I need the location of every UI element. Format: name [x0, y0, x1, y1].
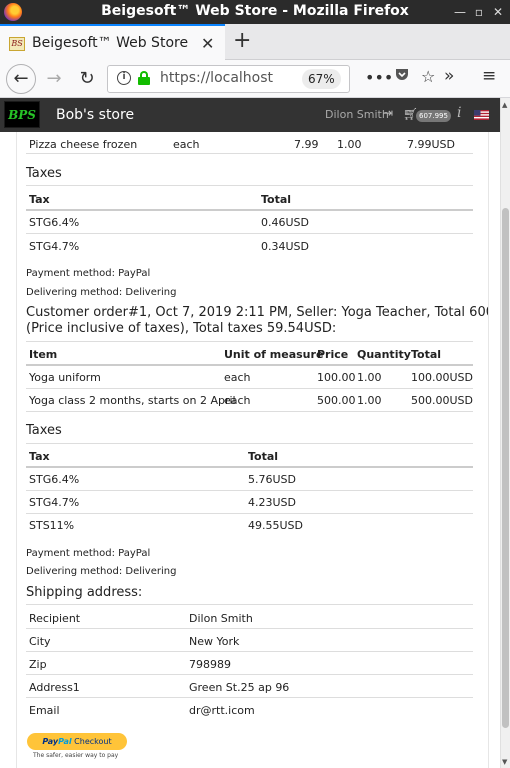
shipping-value: dr@rtt.icom [189, 704, 255, 717]
minimize-icon[interactable]: — [452, 4, 468, 20]
info-icon[interactable]: i [457, 105, 461, 121]
item-column-header: Item [29, 348, 58, 361]
navigation-bar: ← → ↻ i https://localhost 67% ••• ☆ » ≡ [0, 60, 510, 98]
item-qty: 1.00 [357, 371, 382, 384]
item-price: 7.99 [294, 138, 319, 151]
item-unit: each [224, 394, 251, 407]
delivering-method: Delivering method: Delivering [26, 287, 177, 298]
lock-icon [138, 71, 150, 85]
paypal-checkout-text: Checkout [74, 737, 112, 746]
item-total: 7.99USD [407, 138, 455, 151]
paypal-checkout-button[interactable]: PayPal Checkout [27, 733, 127, 750]
scroll-up-icon[interactable]: ▲ [502, 101, 507, 109]
tax-name: STG4.7% [29, 496, 80, 509]
tax-column-header: Tax [29, 193, 50, 206]
shipping-value: Green St.25 ap 96 [189, 681, 290, 694]
order-heading-cont: (Price inclusive of taxes), Total taxes … [26, 321, 337, 336]
quantity-column-header: Quantity [357, 348, 411, 361]
zoom-level[interactable]: 67% [302, 69, 341, 89]
hamburger-menu-icon[interactable]: ≡ [482, 66, 496, 86]
site-info-icon[interactable]: i [117, 71, 131, 85]
shipping-label: Address1 [29, 681, 80, 694]
item-name: Pizza cheese frozen [29, 138, 138, 151]
pocket-icon[interactable] [394, 66, 410, 86]
tax-total: 5.76USD [248, 473, 296, 486]
taxes-heading: Taxes [26, 166, 62, 181]
item-price: 100.00 [317, 371, 356, 384]
page-actions-icon[interactable]: ••• [365, 68, 393, 87]
paypal-pal-text: Pal [58, 737, 72, 746]
bookmark-star-icon[interactable]: ☆ [421, 67, 435, 86]
total-column-header: Total [248, 450, 279, 463]
shipping-value: 798989 [189, 658, 231, 671]
window-titlebar: Beigesoft™ Web Store - Mozilla Firefox —… [0, 0, 510, 24]
item-qty: 1.00 [337, 138, 362, 151]
tab-label: Beigesoft™ Web Store [32, 35, 189, 51]
paypal-pay-text: Pay [42, 737, 59, 746]
forward-arrow-icon[interactable]: → [41, 66, 67, 92]
shipping-value: Dilon Smith [189, 612, 253, 625]
close-tab-icon[interactable]: ✕ [201, 34, 214, 53]
tax-total: 0.46USD [261, 216, 309, 229]
tax-total: 49.55USD [248, 519, 303, 532]
item-name: Yoga uniform [29, 371, 101, 384]
new-tab-icon[interactable]: + [233, 28, 251, 53]
item-unit: each [224, 371, 251, 384]
taxes-heading: Taxes [26, 423, 62, 438]
item-total: 100.00USD [411, 371, 473, 384]
tab-bar: BS Beigesoft™ Web Store ✕ + [0, 24, 510, 60]
reload-icon[interactable]: ↻ [74, 66, 100, 92]
tax-total: 4.23USD [248, 496, 296, 509]
tax-name: STG6.4% [29, 473, 80, 486]
tax-name: STG6.4% [29, 216, 80, 229]
us-flag-icon[interactable] [474, 110, 489, 120]
total-column-header: Total [411, 348, 442, 361]
store-favicon-icon: BS [9, 37, 25, 51]
overflow-chevron-icon[interactable]: » [444, 66, 454, 86]
tab-store[interactable]: BS Beigesoft™ Web Store ✕ [0, 24, 225, 60]
price-column-header: Price [317, 348, 349, 361]
payment-method: Payment method: PayPal [26, 268, 151, 279]
order-content: Pizza cheese frozen each 7.99 1.00 7.99U… [16, 132, 489, 768]
shipping-value: New York [189, 635, 240, 648]
item-name: Yoga class 2 months, starts on 2 April [29, 394, 236, 407]
window-title: Beigesoft™ Web Store - Mozilla Firefox [101, 3, 409, 19]
url-text[interactable]: https://localhost [160, 70, 292, 86]
store-header: BPS Bob's store Dilon Smith ⇥ 🛒︎ 607.995… [0, 98, 500, 132]
tax-column-header: Tax [29, 450, 50, 463]
logout-icon[interactable]: ⇥ [383, 106, 393, 120]
close-window-icon[interactable]: ✕ [490, 4, 506, 20]
paypal-tagline: The safer, easier way to pay [33, 752, 119, 759]
shipping-label: Zip [29, 658, 47, 671]
back-arrow-icon[interactable]: ← [6, 64, 36, 94]
tax-name: STG4.7% [29, 240, 80, 253]
store-name[interactable]: Bob's store [56, 107, 134, 123]
item-price: 500.00 [317, 394, 356, 407]
tax-total: 0.34USD [261, 240, 309, 253]
user-name[interactable]: Dilon Smith [325, 108, 389, 121]
shipping-label: City [29, 635, 51, 648]
unit-column-header: Unit of measure [224, 348, 324, 361]
shipping-heading: Shipping address: [26, 585, 143, 600]
item-qty: 1.00 [357, 394, 382, 407]
scroll-down-icon[interactable]: ▼ [502, 758, 507, 766]
store-logo[interactable]: BPS [4, 101, 40, 128]
total-column-header: Total [261, 193, 292, 206]
delivering-method: Delivering method: Delivering [26, 566, 177, 577]
page-scrollbar[interactable]: ▲ ▼ [500, 98, 510, 768]
maximize-icon[interactable]: ▫ [471, 4, 487, 20]
tax-name: STS11% [29, 519, 75, 532]
item-total: 500.00USD [411, 394, 473, 407]
shipping-label: Recipient [29, 612, 81, 625]
cart-total-badge[interactable]: 607.995 [416, 110, 451, 122]
shipping-label: Email [29, 704, 60, 717]
scroll-thumb[interactable] [502, 208, 509, 728]
item-unit: each [173, 138, 200, 151]
url-bar[interactable]: i https://localhost 67% [107, 65, 350, 93]
payment-method: Payment method: PayPal [26, 548, 151, 559]
order-heading: Customer order#1, Oct 7, 2019 2:11 PM, S… [26, 305, 489, 320]
